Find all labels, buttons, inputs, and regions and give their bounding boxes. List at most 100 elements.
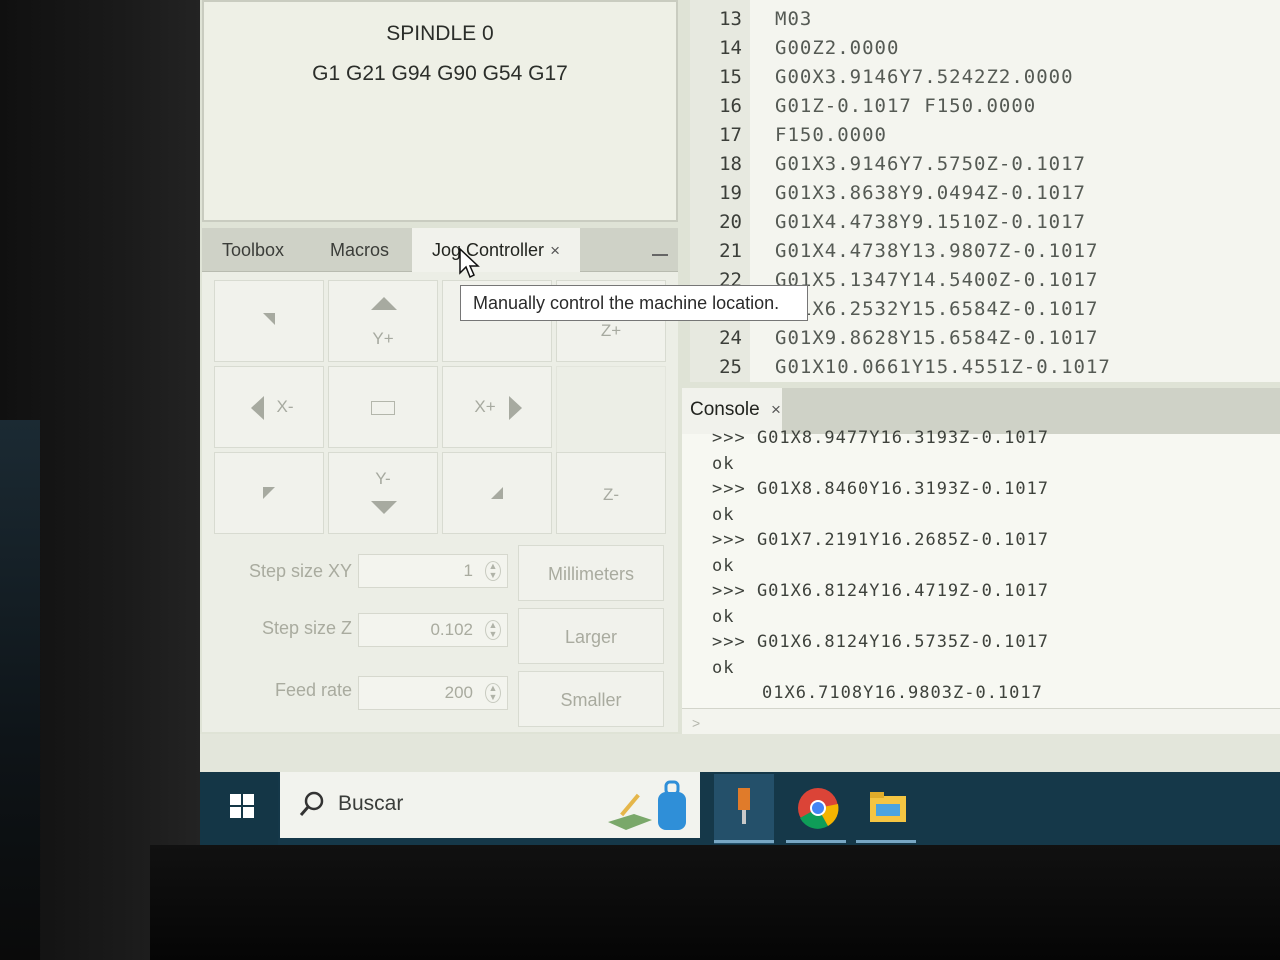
jog-x-plus-button[interactable]: X+ (442, 366, 552, 448)
jog-controller-panel: Y+ Z+ X- X+ Y- Z- Step size XY 1 ▲ ▼ Mil… (202, 272, 678, 732)
feed-rate-input[interactable]: 200 ▲ ▼ (358, 676, 508, 710)
line-number: 16 (719, 95, 742, 117)
jog-down-right-button[interactable] (442, 452, 552, 534)
console-output: >>> G01X8.9477Y16.3193Z-0.1017 ok >>> G01X… (682, 428, 1280, 734)
jog-y-minus-label: Y- (375, 469, 391, 488)
console-line: >>> G01X6.8124Y16.4719Z-0.1017 (712, 581, 1050, 601)
jog-y-plus-button[interactable]: Y+ (328, 280, 438, 362)
tool-tabs: Toolbox Macros Jog Controller × (202, 228, 678, 272)
line-number: 25 (719, 356, 742, 378)
line-number: 21 (719, 240, 742, 262)
line-number: 20 (719, 211, 742, 233)
search-box[interactable]: Buscar (280, 772, 700, 838)
code-text: G01X4.4738Y9.1510Z-0.1017 (775, 211, 1086, 233)
jog-x-minus-button[interactable]: X- (214, 366, 324, 448)
tab-toolbox-label: Toolbox (222, 240, 285, 260)
console-line: ok (712, 555, 735, 576)
active-app-indicator (714, 840, 774, 843)
console-line: >>> G01X8.8460Y16.3193Z-0.1017 (712, 479, 1050, 499)
code-line[interactable]: 20 G01X4.4738Y9.1510Z-0.1017 (690, 211, 1280, 240)
console-line: 01X6.7108Y16.9803Z-0.1017 (762, 683, 1043, 703)
tooltip: Manually control the machine location. (460, 285, 808, 321)
smaller-button[interactable]: Smaller (518, 671, 664, 727)
search-icon (299, 791, 324, 816)
jog-keyboard-button[interactable] (328, 366, 438, 448)
code-line[interactable]: 21 G01X4.4738Y13.9807Z-0.1017 (690, 240, 1280, 269)
jog-z-plus-label: Z+ (600, 321, 622, 340)
console-line: >>> G01X6.8124Y16.5735Z-0.1017 (712, 632, 1050, 652)
code-line[interactable]: 14 G00Z2.0000 (690, 37, 1280, 66)
step-size-xy-value: 1 (463, 561, 473, 580)
code-line[interactable]: 16 G01Z-0.1017 F150.0000 (690, 95, 1280, 124)
start-button[interactable] (200, 772, 278, 845)
chrome-running-indicator (786, 840, 846, 843)
file-explorer-icon[interactable] (862, 782, 914, 834)
close-icon[interactable]: × (771, 400, 781, 419)
explorer-running-indicator (856, 840, 916, 843)
cnc-app-button[interactable] (714, 774, 774, 844)
arrow-up-icon (371, 297, 397, 310)
code-text: G01X3.8638Y9.0494Z-0.1017 (775, 182, 1086, 204)
spinner-icon[interactable]: ▲ ▼ (485, 683, 501, 703)
code-line[interactable]: 24 G01X9.8628Y15.6584Z-0.1017 (690, 327, 1280, 356)
code-line[interactable]: 15 G00X3.9146Y7.5242Z2.0000 (690, 66, 1280, 95)
tab-console-label: Console (690, 399, 760, 420)
windows-icon (230, 794, 254, 818)
line-number: 13 (719, 8, 742, 30)
screen: SPINDLE 0 G1 G21 G94 G90 G54 G17 Toolbox… (200, 0, 1280, 845)
jog-y-minus-button[interactable]: Y- (328, 452, 438, 534)
jog-x-minus-label: X- (276, 397, 294, 416)
tab-macros-label: Macros (330, 240, 390, 260)
spinner-icon[interactable]: ▲ ▼ (485, 620, 501, 640)
step-size-xy-input[interactable]: 1 ▲ ▼ (358, 554, 508, 588)
console-line: ok (712, 504, 735, 525)
machine-status-panel: SPINDLE 0 G1 G21 G94 G90 G54 G17 (202, 0, 678, 222)
code-line[interactable]: 19 G01X3.8638Y9.0494Z-0.1017 (690, 182, 1280, 211)
tab-toolbox[interactable]: Toolbox (202, 228, 304, 272)
monitor-bezel-left (0, 0, 200, 960)
mouse-cursor-icon (459, 247, 480, 279)
jog-z-minus-label: Z- (602, 485, 620, 504)
spinner-icon[interactable]: ▲ ▼ (485, 561, 501, 581)
cnc-app-icon (738, 788, 750, 824)
console-line: ok (712, 453, 735, 474)
code-text: G01X3.9146Y7.5750Z-0.1017 (775, 153, 1086, 175)
taskbar: Buscar (200, 772, 1280, 845)
jog-up-left-button[interactable] (214, 280, 324, 362)
code-text: G00X3.9146Y7.5242Z2.0000 (775, 66, 1074, 88)
gcode-editor[interactable]: 13 M03 14 G00Z2.0000 15 G00X3.9146Y7.5242Z2.0… (690, 0, 1280, 382)
tab-macros[interactable]: Macros (310, 228, 409, 272)
jog-z-minus-button[interactable]: Z- (556, 452, 666, 534)
modal-state: G1 G21 G94 G90 G54 G17 (312, 62, 568, 85)
arrow-right-icon (509, 396, 522, 420)
step-size-z-input[interactable]: 0.102 ▲ ▼ (358, 613, 508, 647)
arrow-down-icon (371, 501, 397, 514)
code-line[interactable]: 17 F150.0000 (690, 124, 1280, 153)
chrome-icon[interactable] (792, 782, 844, 834)
line-number: 18 (719, 153, 742, 175)
minimize-icon[interactable] (652, 254, 668, 256)
bag-app-icon[interactable] (654, 778, 690, 834)
units-button[interactable]: Millimeters (518, 545, 664, 601)
code-line[interactable]: 18 G01X3.9146Y7.5750Z-0.1017 (690, 153, 1280, 182)
code-text: G01X6.2532Y15.6584Z-0.1017 (775, 298, 1099, 320)
code-text: G01Z-0.1017 F150.0000 (775, 95, 1037, 117)
line-number: 15 (719, 66, 742, 88)
tab-jog-controller[interactable]: Jog Controller × (412, 228, 580, 272)
jog-down-left-button[interactable] (214, 452, 324, 534)
line-number: 17 (719, 124, 742, 146)
monitor-bezel-bottom (150, 845, 1280, 960)
code-text: G00Z2.0000 (775, 37, 900, 59)
window-footer (200, 734, 1280, 772)
code-line[interactable]: 13 M03 (690, 8, 1280, 37)
keyboard-icon (371, 401, 395, 415)
desk-background (0, 420, 40, 960)
code-line[interactable]: 25 G01X10.0661Y15.4551Z-0.1017 (690, 356, 1280, 385)
jog-x-plus-label: X+ (474, 397, 496, 416)
notebook-app-icon[interactable] (604, 788, 656, 832)
step-size-z-label: Step size Z (261, 618, 352, 638)
code-text: M03 (775, 8, 813, 30)
close-icon[interactable]: × (550, 241, 560, 260)
larger-button[interactable]: Larger (518, 608, 664, 664)
feed-rate-value: 200 (444, 683, 473, 702)
